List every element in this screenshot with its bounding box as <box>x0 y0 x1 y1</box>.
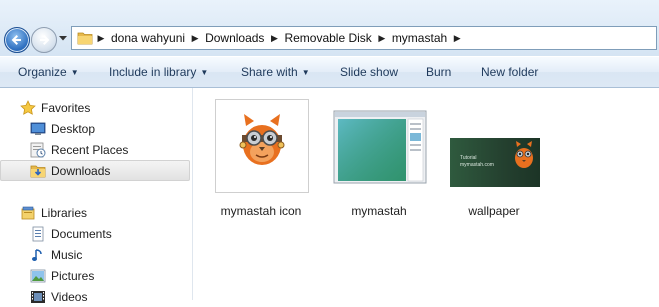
include-in-library-label: Include in library <box>109 65 197 79</box>
share-with-button[interactable]: Share with ▼ <box>241 65 310 79</box>
sidebar-item-videos[interactable]: Videos <box>0 286 190 307</box>
sidebar-item-recent-places[interactable]: Recent Places <box>0 139 190 160</box>
organize-label: Organize <box>18 65 67 79</box>
libraries-icon <box>21 206 35 219</box>
file-item-mymastah[interactable]: mymastah <box>329 96 429 226</box>
chevron-down-icon: ▼ <box>200 68 209 77</box>
desktop-icon <box>30 122 46 135</box>
breadcrumb-separator-icon[interactable]: ▶ <box>94 33 108 44</box>
wallpaper-caption: Tutorial <box>460 155 477 161</box>
folder-icon <box>77 32 93 45</box>
navigation-pane: Favorites Desktop Recent Places Download… <box>0 88 193 304</box>
breadcrumb-item[interactable]: Downloads <box>202 31 267 45</box>
address-box[interactable]: ▶ dona wahyuni ▶ Downloads ▶ Removable D… <box>71 26 657 50</box>
recent-pages-chevron-down-icon[interactable] <box>58 34 68 42</box>
sidebar-item-pictures[interactable]: Pictures <box>0 265 190 286</box>
sidebar-item-desktop[interactable]: Desktop <box>0 118 190 139</box>
sidebar-item-label: Pictures <box>51 268 95 283</box>
share-with-label: Share with <box>241 65 298 79</box>
chevron-down-icon: ▼ <box>70 68 79 77</box>
sidebar-item-label: Videos <box>51 289 88 304</box>
file-item-mymastah-icon[interactable]: mymastah icon <box>211 96 311 226</box>
sidebar-item-label: Documents <box>51 226 112 241</box>
documents-icon <box>32 226 44 241</box>
file-name: mymastah icon <box>220 204 302 218</box>
forward-button[interactable] <box>31 27 57 53</box>
new-folder-button[interactable]: New folder <box>481 65 538 79</box>
burn-button[interactable]: Burn <box>426 65 451 79</box>
thumbnail-frame: Tutorial mymastah.com <box>448 99 542 193</box>
thumbnail-frame <box>215 99 309 193</box>
breadcrumb-separator-icon[interactable]: ▶ <box>375 33 389 44</box>
window-screenshot-thumbnail <box>333 110 427 184</box>
music-icon <box>32 248 42 261</box>
sidebar-item-label: Downloads <box>51 163 111 178</box>
file-list: mymastah icon mymastah Tutorial mymastah… <box>193 88 659 300</box>
sidebar-item-label: Recent Places <box>51 142 129 157</box>
recent-places-icon <box>30 142 46 157</box>
include-in-library-button[interactable]: Include in library ▼ <box>109 65 208 79</box>
breadcrumb-item[interactable]: Removable Disk <box>281 31 374 45</box>
sidebar-item-label: Desktop <box>51 121 96 136</box>
downloads-folder-icon <box>30 165 46 177</box>
favorites-header[interactable]: Favorites <box>0 97 190 118</box>
address-bar-row: ▶ dona wahyuni ▶ Downloads ▶ Removable D… <box>0 0 659 56</box>
breadcrumb-separator-icon[interactable]: ▶ <box>188 33 202 44</box>
favorites-header-label: Favorites <box>41 100 91 115</box>
command-bar: Organize ▼ Include in library ▼ Share with… <box>0 56 659 88</box>
breadcrumb-separator-icon[interactable]: ▶ <box>267 33 281 44</box>
sidebar-item-documents[interactable]: Documents <box>0 223 190 244</box>
breadcrumb-separator-icon[interactable]: ▶ <box>450 33 464 44</box>
back-button[interactable] <box>4 27 30 53</box>
star-icon <box>20 99 36 115</box>
organize-button[interactable]: Organize ▼ <box>18 65 79 79</box>
file-item-wallpaper[interactable]: Tutorial mymastah.com wallpaper <box>444 96 544 226</box>
slide-show-button[interactable]: Slide show <box>340 65 398 79</box>
pictures-icon <box>30 269 46 282</box>
file-name: wallpaper <box>468 204 520 218</box>
green-wallpaper-thumbnail: Tutorial mymastah.com <box>450 138 540 187</box>
forward-arrow-icon <box>40 35 50 45</box>
sidebar-item-music[interactable]: Music <box>0 244 190 265</box>
owl-mascot-icon <box>239 114 285 165</box>
libraries-header-label: Libraries <box>41 205 88 220</box>
breadcrumb: ▶ dona wahyuni ▶ Downloads ▶ Removable D… <box>94 27 464 49</box>
thumbnail-frame <box>333 99 427 193</box>
breadcrumb-item[interactable]: mymastah <box>389 31 450 45</box>
videos-icon <box>31 290 45 303</box>
sidebar-item-downloads[interactable]: Downloads <box>0 160 190 181</box>
file-name: mymastah <box>351 204 407 218</box>
sidebar-item-label: Music <box>51 247 83 262</box>
back-arrow-icon <box>11 35 21 45</box>
libraries-header[interactable]: Libraries <box>0 202 190 223</box>
wallpaper-caption: mymastah.com <box>460 162 494 168</box>
breadcrumb-item[interactable]: dona wahyuni <box>108 31 188 45</box>
chevron-down-icon: ▼ <box>301 68 310 77</box>
